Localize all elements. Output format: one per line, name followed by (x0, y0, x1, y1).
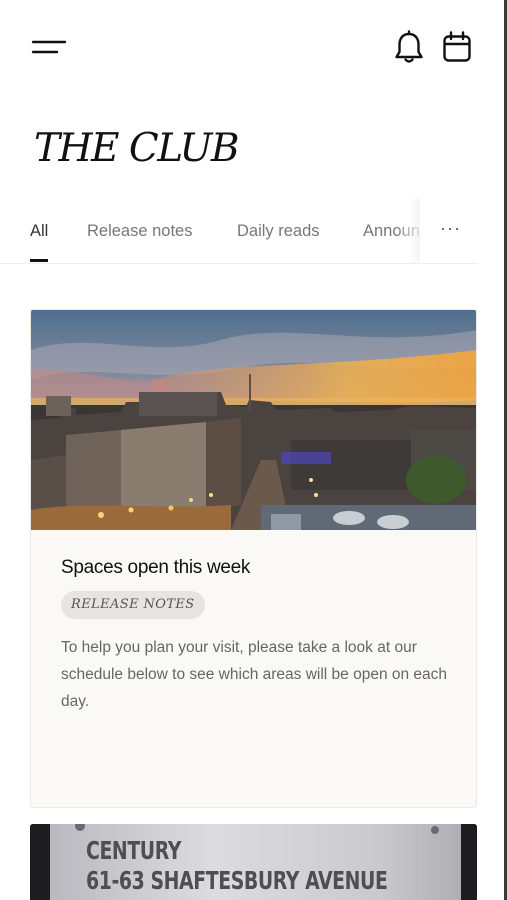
more-tabs-button[interactable]: ··· (420, 198, 478, 263)
hamburger-menu-icon (31, 40, 67, 54)
sign-line-2: 61-63 SHAFTESBURY AVENUE (86, 866, 388, 895)
card-title: Spaces open this week (61, 557, 251, 578)
category-badge: RELEASE NOTES (61, 591, 205, 619)
top-bar (0, 0, 504, 95)
app-brand-title: THE CLUB (34, 126, 240, 171)
card-image-city-sunset (31, 310, 476, 530)
more-dots-icon: ··· (440, 218, 461, 238)
notifications-button[interactable] (392, 30, 426, 66)
tab-release-notes[interactable]: Release notes (87, 222, 193, 241)
calendar-button[interactable] (440, 30, 474, 66)
tab-all[interactable]: All (30, 222, 48, 241)
tab-daily-reads[interactable]: Daily reads (237, 222, 320, 241)
active-tab-indicator (30, 259, 48, 262)
card-excerpt: To help you plan your visit, please take… (61, 639, 448, 710)
menu-button[interactable] (30, 34, 70, 60)
feed-card[interactable]: Spaces open this week RELEASE NOTES To h… (30, 309, 477, 808)
category-tabs: All Release notes Daily reads Announ ··· (0, 198, 478, 264)
calendar-icon (443, 31, 471, 62)
bell-icon (395, 30, 423, 63)
feed-card[interactable]: CENTURY 61-63 SHAFTESBURY AVENUE (30, 824, 477, 900)
sign-line-1: CENTURY (86, 836, 181, 865)
